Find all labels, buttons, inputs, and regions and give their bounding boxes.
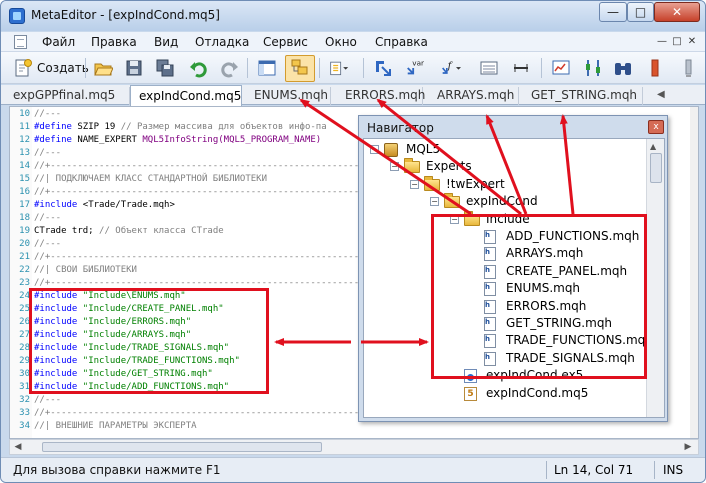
arrow-to-get-string-tab (559, 114, 575, 215)
arrow-to-enums-tab (299, 98, 472, 216)
arrow-to-errors-tab (376, 98, 522, 216)
arrow-to-arrays-tab (485, 114, 528, 215)
annotation-arrows (274, 98, 575, 346)
metaeditor-window: MetaEditor - [expIndCond.mq5] — □ ✕ Файл… (0, 0, 706, 483)
